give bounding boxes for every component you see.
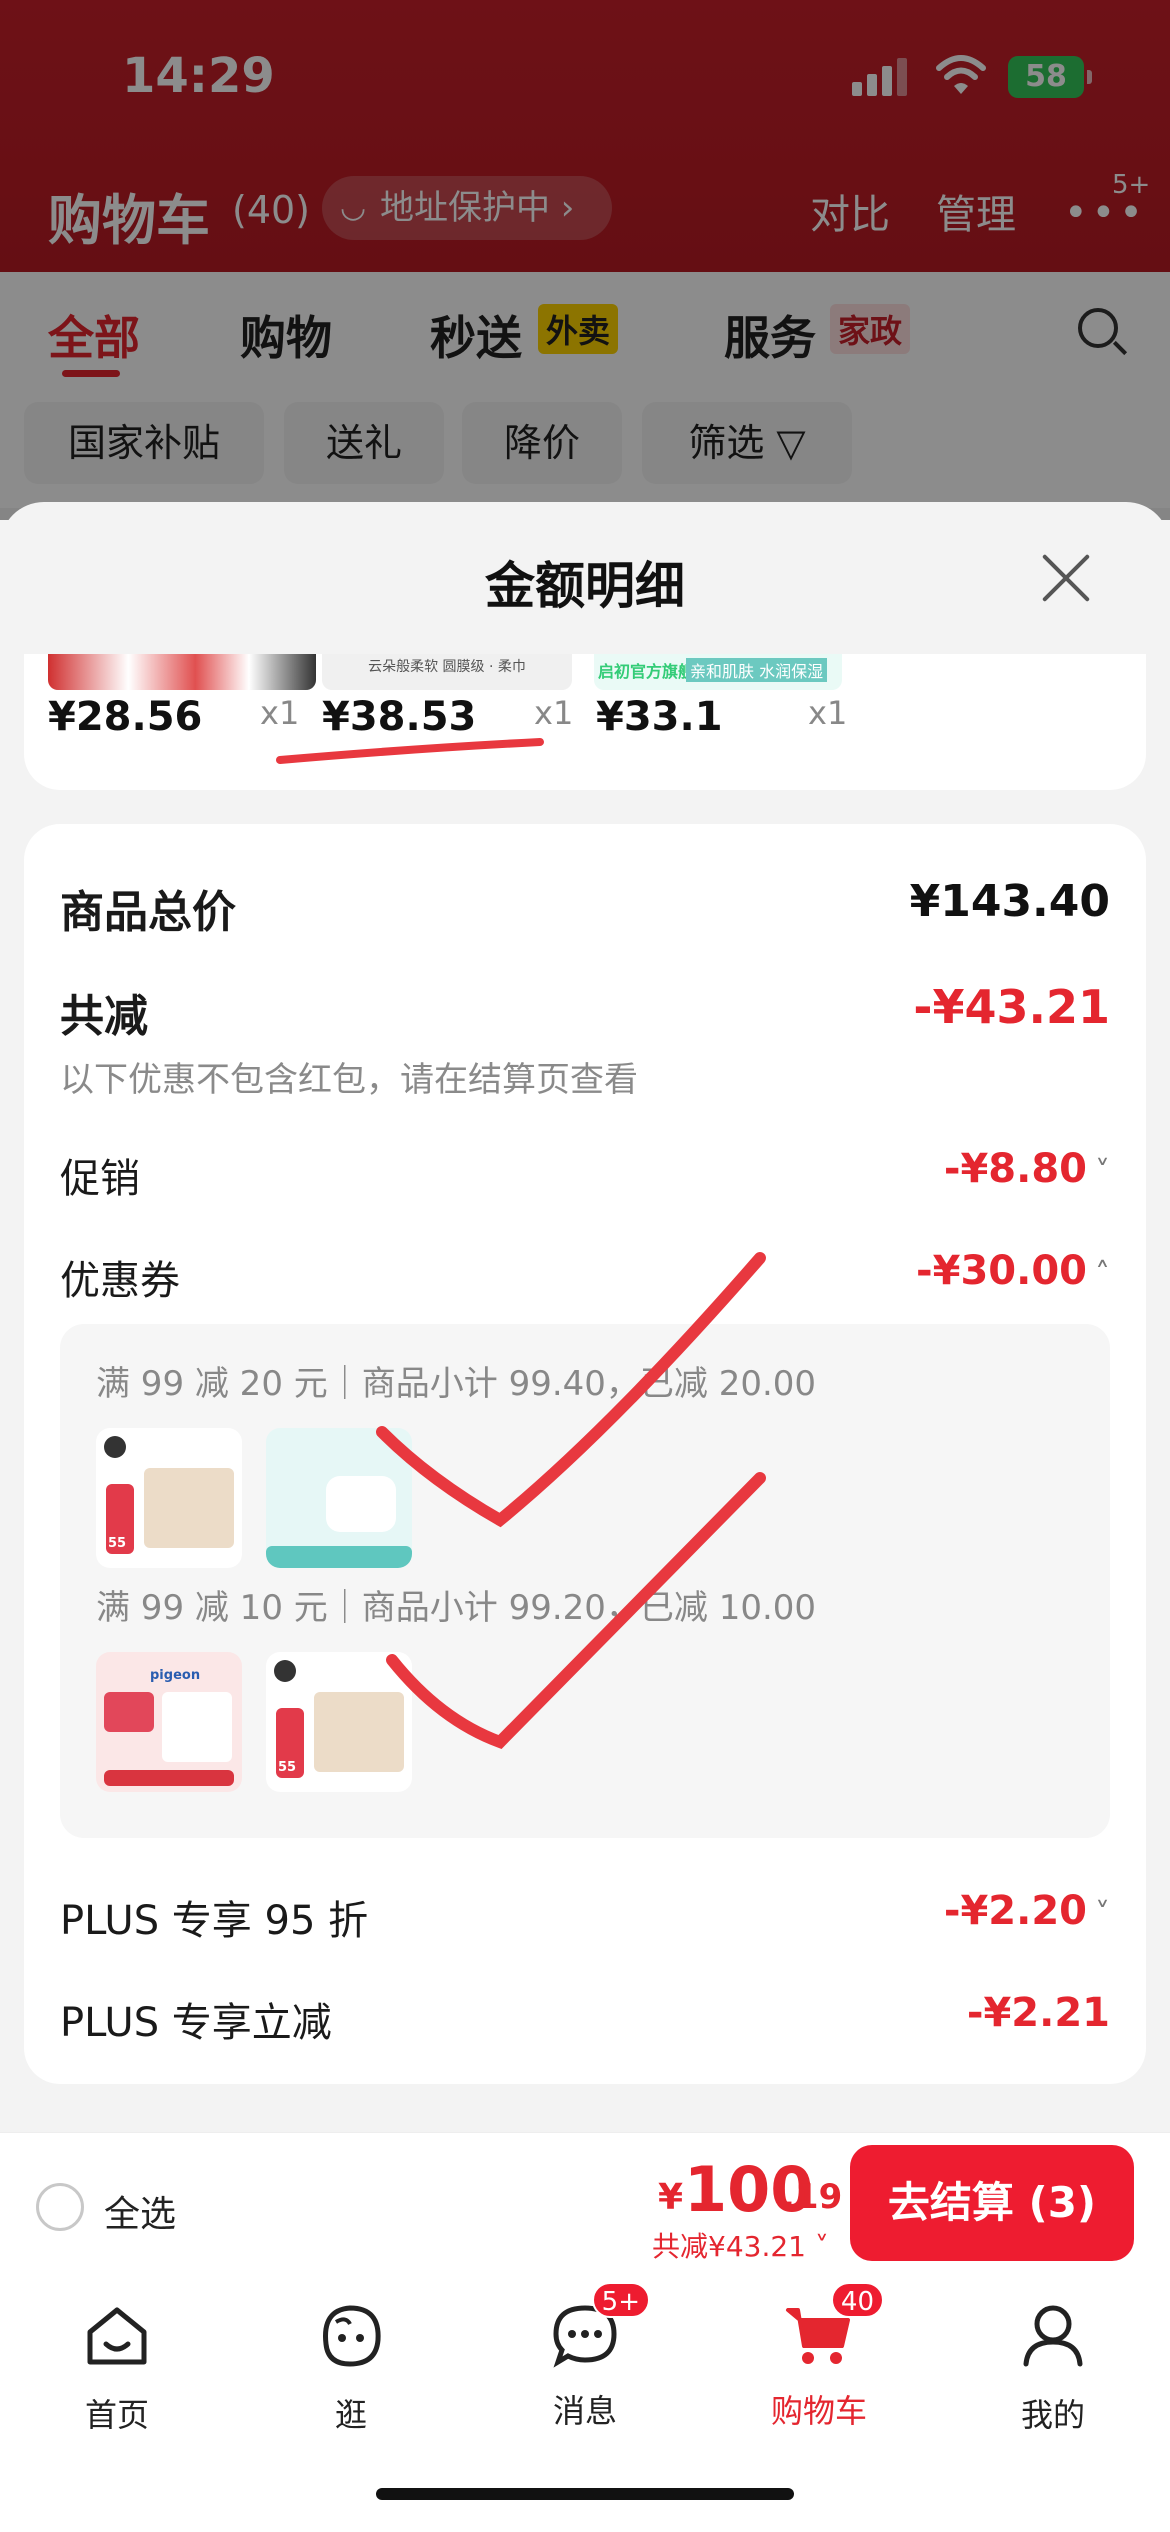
nav-label: 首页 bbox=[84, 2396, 149, 2434]
product-thumb[interactable]: 启初官方旗舰店 亲和肌肤 水润保湿 bbox=[594, 654, 842, 690]
home-indicator[interactable] bbox=[376, 2488, 794, 2500]
promotion-label: 促销 bbox=[60, 1156, 140, 1202]
user-icon bbox=[1023, 2305, 1083, 2367]
thumb-badge-text: 55 bbox=[278, 1760, 297, 1775]
home-icon bbox=[87, 2307, 147, 2365]
thumb-tagline: 亲和肌肤 水润保湿 bbox=[686, 658, 828, 682]
thumb-badge-text: 55 bbox=[108, 1536, 127, 1551]
thumb-brand-text: pigeon bbox=[150, 1668, 201, 1683]
item-qty: x1 bbox=[260, 694, 300, 732]
nav-explore[interactable]: 逛 bbox=[276, 2300, 426, 2436]
item-qty: x1 bbox=[808, 694, 848, 732]
coupon-value: -¥30.00 bbox=[916, 1248, 1087, 1294]
item-price: ¥28.56 bbox=[48, 694, 203, 740]
saved-amount-toggle[interactable]: 共减¥43.21 ˅ bbox=[652, 2225, 829, 2265]
product-thumb[interactable]: 55 bbox=[96, 1428, 242, 1568]
coupon-row[interactable]: -¥30.00 ˄ bbox=[916, 1248, 1110, 1294]
item-price: ¥38.53 bbox=[322, 694, 477, 740]
nav-label: 我的 bbox=[1020, 2396, 1085, 2434]
product-thumb[interactable] bbox=[48, 654, 316, 690]
goods-strip: ¥28.56 x1 云朵般柔软 圆膜级 · 柔巾 ¥38.53 x1 启初官方旗… bbox=[24, 654, 1146, 790]
nav-cart[interactable]: 40 购物车 bbox=[744, 2282, 894, 2432]
plus-discount-label: PLUS 专享 95 折 bbox=[60, 1898, 369, 1944]
goods-total-label: 商品总价 bbox=[60, 887, 236, 938]
checkout-bar: 全选 ¥ 100 .19 共减¥43.21 ˅ 去结算 (3) bbox=[0, 2132, 1170, 2272]
total-price-decimal: .19 bbox=[782, 2177, 843, 2217]
close-icon[interactable] bbox=[1038, 550, 1094, 606]
total-currency: ¥ bbox=[658, 2177, 684, 2218]
coupon-line: 满 99 减 10 元｜商品小计 99.20，已减 10.00 bbox=[96, 1588, 817, 1628]
nav-label: 逛 bbox=[334, 2396, 367, 2434]
promotion-row[interactable]: -¥8.80 ˅ bbox=[944, 1146, 1110, 1192]
nav-label: 购物车 bbox=[770, 2392, 867, 2430]
plus-reduce-label: PLUS 专享立减 bbox=[60, 2000, 332, 2046]
dim-overlay[interactable] bbox=[0, 0, 1170, 520]
chevron-down-icon: ˅ bbox=[1095, 1155, 1110, 1190]
plus-discount-row[interactable]: -¥2.20 ˅ bbox=[944, 1888, 1110, 1934]
nav-label: 消息 bbox=[552, 2392, 617, 2430]
nav-profile[interactable]: 我的 bbox=[978, 2300, 1128, 2436]
checkout-button[interactable]: 去结算 (3) bbox=[850, 2145, 1134, 2261]
goods-total-value: ¥143.40 bbox=[909, 876, 1110, 927]
total-reduce-label: 共减 bbox=[60, 991, 148, 1042]
sheet-title: 金额明细 bbox=[485, 557, 685, 615]
nav-home[interactable]: 首页 bbox=[42, 2300, 192, 2436]
messages-badge: 5+ bbox=[591, 2282, 650, 2318]
chevron-down-icon: ˅ bbox=[1095, 1897, 1110, 1932]
product-thumb[interactable] bbox=[266, 1428, 412, 1568]
coupon-label: 优惠券 bbox=[60, 1258, 180, 1304]
product-thumb[interactable]: pigeon bbox=[96, 1652, 242, 1792]
total-reduce-value: -¥43.21 bbox=[913, 980, 1110, 1034]
item-qty: x1 bbox=[534, 694, 574, 732]
face-icon bbox=[323, 2305, 381, 2367]
product-thumb[interactable]: 55 bbox=[266, 1652, 412, 1792]
chevron-up-icon: ˄ bbox=[1095, 1257, 1110, 1292]
select-all-checkbox[interactable] bbox=[36, 2183, 84, 2231]
price-detail-card: 商品总价 ¥143.40 共减 -¥43.21 以下优惠不包含红包，请在结算页查… bbox=[24, 824, 1146, 2084]
select-all-label[interactable]: 全选 bbox=[104, 2185, 176, 2237]
discount-note: 以下优惠不包含红包，请在结算页查看 bbox=[60, 1060, 638, 1100]
cart-badge: 40 bbox=[830, 2282, 884, 2318]
promotion-value: -¥8.80 bbox=[943, 1146, 1087, 1192]
amount-detail-sheet: 金额明细 ¥28.56 x1 云朵般柔软 圆膜级 · 柔巾 ¥38.53 x1 … bbox=[0, 502, 1170, 2132]
item-price: ¥33.1 bbox=[596, 694, 723, 740]
coupon-detail-box: 满 99 减 20 元｜商品小计 99.40，已减 20.00 55 满 99 … bbox=[60, 1324, 1110, 1838]
nav-messages[interactable]: 5+ 消息 bbox=[510, 2282, 660, 2432]
coupon-line: 满 99 减 20 元｜商品小计 99.40，已减 20.00 bbox=[96, 1364, 817, 1404]
plus-discount-value: -¥2.20 bbox=[943, 1888, 1087, 1934]
product-thumb[interactable]: 云朵般柔软 圆膜级 · 柔巾 bbox=[322, 654, 572, 690]
plus-reduce-value: -¥2.21 bbox=[966, 1990, 1110, 2036]
